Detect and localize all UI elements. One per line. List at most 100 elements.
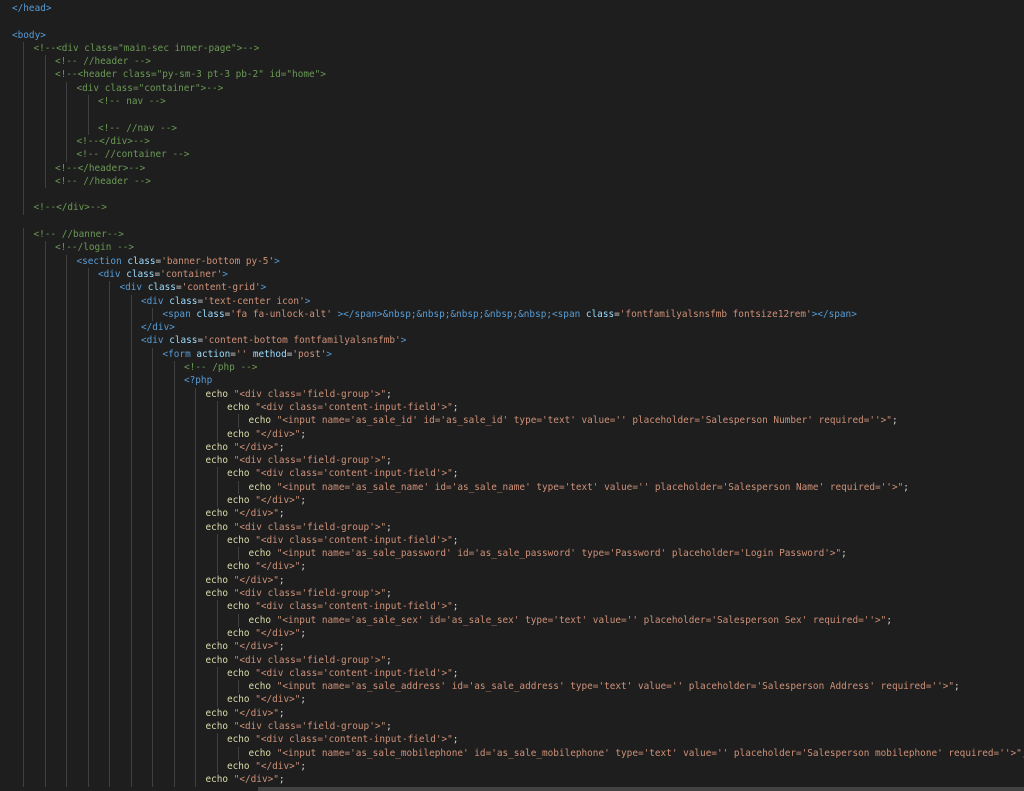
code-token: '' [235, 348, 248, 360]
indent-guide [44, 480, 46, 494]
code-line-content: <!-- //header --> [55, 55, 151, 68]
indent-guide [152, 666, 153, 681]
code-line: <span class='fa fa-unlock-alt' ></span>&… [12, 307, 1024, 322]
indent-guide [23, 600, 24, 614]
code-line-content: <body> [12, 29, 46, 42]
code-line-content: echo "</div>"; [227, 428, 306, 441]
indent-guide [66, 493, 67, 508]
indent-guide [44, 134, 46, 149]
indent-guide [173, 454, 175, 468]
indent-guide [152, 587, 153, 601]
code-token: "<div class='content-input-field'>" [255, 534, 453, 546]
code-token: action [196, 348, 231, 360]
code-token: echo [248, 614, 272, 626]
code-token: ; [386, 521, 392, 533]
code-token: "</div>" [255, 494, 301, 506]
code-line [12, 108, 1024, 122]
indent-guide [238, 680, 239, 694]
indent-guide [130, 361, 132, 375]
code-token: ></span> [811, 308, 857, 320]
code-editor[interactable]: </head> <body> <!--<div class="main-sec in… [0, 0, 1024, 791]
indent-guide [44, 626, 46, 641]
indent-guide [87, 746, 89, 760]
code-line-content: <!-- //header --> [55, 175, 151, 188]
indent-guide [216, 600, 218, 614]
code-token: <span [162, 308, 197, 320]
code-token: method [252, 348, 287, 360]
code-token: ; [386, 455, 392, 467]
indent-guide [173, 587, 175, 601]
indent-guide [44, 680, 46, 694]
indent-guide [173, 480, 175, 494]
indent-guide [66, 720, 67, 734]
indent-guide [152, 600, 153, 614]
indent-guide [44, 706, 46, 721]
indent-guide [152, 480, 153, 494]
indent-guide [109, 480, 110, 494]
indent-guide [23, 773, 24, 787]
code-token: echo [205, 388, 229, 400]
code-token: echo [205, 455, 229, 467]
code-token: "<div class='content-input-field'>" [255, 734, 453, 746]
indent-guide [23, 241, 24, 255]
indent-guide [109, 294, 110, 308]
code-token: <div [141, 335, 170, 347]
code-token: echo [205, 654, 229, 666]
indent-guide [66, 307, 67, 322]
indent-guide [216, 746, 218, 760]
indent-guide [152, 361, 153, 375]
code-token: ; [300, 760, 307, 772]
code-area[interactable]: </head> <body> <!--<div class="main-sec in… [12, 2, 1024, 787]
code-token: ></span> [331, 308, 383, 320]
code-token: <!-- //header --> [55, 175, 151, 187]
indent-guide [23, 440, 24, 455]
indent-guide [195, 427, 196, 441]
code-token: echo [227, 468, 250, 480]
indent-guide [109, 321, 110, 335]
code-line: <!-- //header --> [12, 55, 1024, 69]
indent-guide [152, 374, 153, 388]
horizontal-scrollbar-thumb[interactable] [258, 787, 1024, 791]
indent-guide [23, 706, 24, 721]
indent-guide [87, 773, 89, 787]
indent-guide [152, 507, 153, 521]
indent-guide [44, 547, 46, 561]
indent-guide [23, 188, 24, 202]
indent-guide [109, 587, 110, 601]
indent-guide [87, 440, 89, 455]
indent-guide [66, 507, 67, 521]
indent-guide [130, 640, 132, 654]
indent-guide [87, 533, 89, 548]
code-token: <!--</header>--> [55, 162, 146, 174]
indent-guide [23, 121, 24, 135]
horizontal-scrollbar[interactable] [0, 787, 1024, 791]
indent-guide [173, 361, 175, 375]
code-token: ; [300, 694, 307, 706]
code-line: <form action='' method='post'> [12, 347, 1024, 362]
indent-guide [152, 773, 153, 787]
indent-guide [238, 746, 239, 760]
indent-guide [23, 400, 24, 415]
indent-guide [66, 759, 67, 774]
code-token: echo [248, 747, 272, 759]
indent-guide [44, 759, 46, 774]
indent-guide [173, 467, 175, 481]
code-line: echo "<div class='field-group'>"; [12, 587, 1024, 601]
indent-guide [216, 533, 218, 548]
indent-guide [44, 387, 46, 401]
indent-guide [152, 440, 153, 455]
indent-guide [44, 307, 46, 322]
indent-guide [23, 693, 24, 707]
indent-guide [173, 400, 175, 415]
indent-guide [23, 108, 24, 122]
indent-guide [195, 440, 196, 455]
indent-guide [216, 560, 218, 574]
code-line: echo "</div>"; [12, 560, 1024, 574]
indent-guide [23, 361, 24, 375]
indent-guide [23, 201, 24, 215]
code-line-content: <!--</div>--> [34, 201, 107, 214]
code-token: "<div class='field-group'>" [233, 388, 387, 400]
code-token: ; [891, 415, 898, 427]
indent-guide [66, 600, 67, 614]
code-line: echo "</div>"; [12, 706, 1024, 721]
